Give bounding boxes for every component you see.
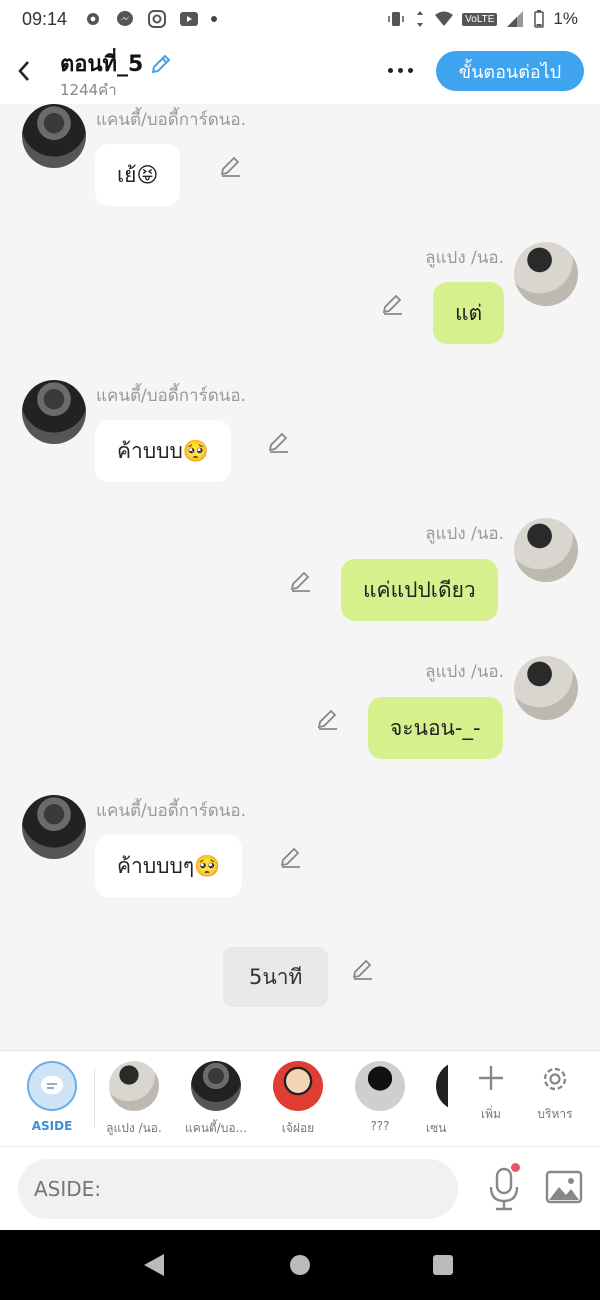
sender-name: ลูแปง /นอ. (425, 662, 504, 682)
input-bar (0, 1146, 600, 1230)
chat-area[interactable]: แคนตี้/บอดี้การ์ดนอ. เย้😝 ลูแปง /นอ. แต่… (0, 104, 600, 1050)
dot-icon (211, 16, 218, 22)
add-label: เพิ่ม (481, 1107, 501, 1121)
sender-name: ลูแปง /นอ. (425, 524, 504, 544)
character-label: แคนตี้/บอ... (184, 1121, 248, 1135)
character-item[interactable]: แคนตี้/บอ... (175, 1061, 257, 1138)
word-count: 1244คำ (60, 81, 117, 99)
more-dot (407, 67, 413, 73)
messenger-icon (117, 11, 134, 26)
battery-icon (534, 10, 545, 28)
narration-bubble[interactable]: 5นาที (223, 947, 329, 1007)
message-input[interactable] (18, 1159, 458, 1219)
next-step-button[interactable]: ขั้นตอนต่อไป (436, 51, 584, 91)
avatar (436, 1061, 448, 1111)
avatar[interactable] (22, 795, 86, 859)
add-character-button[interactable]: เพิ่ม (458, 1063, 524, 1124)
message-bubble[interactable]: แค่แปปเดียว (341, 559, 498, 621)
back-arrow-icon (18, 61, 29, 81)
nav-recents-icon[interactable] (433, 1255, 453, 1275)
more-dot (397, 67, 403, 73)
more-dots-icon (387, 67, 393, 73)
notification-dot (511, 1163, 520, 1172)
message-bubble[interactable]: ค้าบบบๆ🥺 (95, 835, 243, 897)
youtube-icon (180, 12, 199, 26)
wifi-icon (435, 11, 454, 26)
app-header: ตอนที่_5 1244คำ ขั้นตอนต่อไป (0, 38, 600, 104)
edit-pencil-icon[interactable] (279, 845, 303, 869)
status-bar: 09:14 VoLTE 1% (0, 0, 600, 38)
avatar (109, 1061, 159, 1111)
character-item[interactable]: ??? (339, 1061, 421, 1133)
sender-name: ลูแปง /นอ. (425, 248, 504, 268)
gear-icon (87, 13, 100, 25)
character-item[interactable]: ลูแปง /นอ. (93, 1061, 175, 1138)
microphone-icon[interactable] (484, 1165, 524, 1213)
volte-badge: VoLTE (462, 12, 498, 26)
sender-name: แคนตี้/บอดี้การ์ดนอ. (96, 801, 247, 821)
avatar[interactable] (514, 518, 578, 582)
character-label: ASIDE (31, 1119, 73, 1133)
character-item[interactable]: เซน (418, 1061, 448, 1138)
page-title: ตอนที่_5 (60, 52, 144, 77)
system-nav-bar (0, 1230, 600, 1300)
back-button[interactable] (12, 54, 36, 88)
more-menu-button[interactable] (380, 56, 420, 84)
nav-home-icon[interactable] (290, 1255, 310, 1275)
plus-icon (479, 1066, 503, 1090)
character-label: ลูแปง /นอ. (106, 1121, 162, 1135)
image-icon[interactable] (544, 1167, 584, 1207)
manage-label: บริหาร (537, 1107, 573, 1121)
message-bubble[interactable]: เย้😝 (95, 144, 181, 206)
aside-avatar (27, 1061, 77, 1111)
edit-pencil-icon[interactable] (289, 569, 313, 593)
avatar[interactable] (22, 380, 86, 444)
avatar[interactable] (22, 104, 86, 168)
sender-name: แคนตี้/บอดี้การ์ดนอ. (96, 110, 247, 130)
chat-bubble-icon (41, 1076, 63, 1094)
data-arrows-icon (417, 11, 424, 27)
avatar[interactable] (514, 242, 578, 306)
signal-icon (507, 11, 524, 27)
avatar (273, 1061, 323, 1111)
character-aside[interactable]: ASIDE (11, 1061, 93, 1133)
character-bar: ASIDE ลูแปง /นอ. แคนตี้/บอ... เจ้ฝอย ???… (0, 1050, 600, 1146)
message-bubble[interactable]: ค้าบบบ🥺 (95, 420, 231, 482)
edit-pencil-icon[interactable] (316, 707, 340, 731)
edit-pencil-icon[interactable] (267, 430, 291, 454)
edit-pencil-icon[interactable] (351, 957, 375, 981)
character-label: เซน (426, 1121, 447, 1135)
character-item[interactable]: เจ้ฝอย (257, 1061, 339, 1138)
character-label: ??? (370, 1119, 390, 1133)
edit-pencil-icon[interactable] (149, 52, 173, 76)
avatar (191, 1061, 241, 1111)
nav-back-icon[interactable] (144, 1254, 164, 1276)
message-bubble[interactable]: แต่ (433, 282, 505, 344)
manage-characters-button[interactable]: บริหาร (522, 1063, 588, 1124)
sender-name: แคนตี้/บอดี้การ์ดนอ. (96, 386, 247, 406)
status-time: 09:14 (22, 8, 68, 29)
edit-pencil-icon[interactable] (381, 292, 405, 316)
battery-percent: 1% (553, 9, 578, 28)
character-label: เจ้ฝอย (281, 1121, 315, 1135)
avatar (355, 1061, 405, 1111)
instagram-icon (148, 10, 167, 28)
avatar[interactable] (514, 656, 578, 720)
edit-pencil-icon[interactable] (219, 154, 243, 178)
episode-title-area[interactable]: ตอนที่_5 (60, 46, 173, 81)
gear-icon (543, 1067, 567, 1091)
message-bubble[interactable]: จะนอน-_- (368, 697, 503, 759)
vibrate-icon (388, 12, 404, 26)
